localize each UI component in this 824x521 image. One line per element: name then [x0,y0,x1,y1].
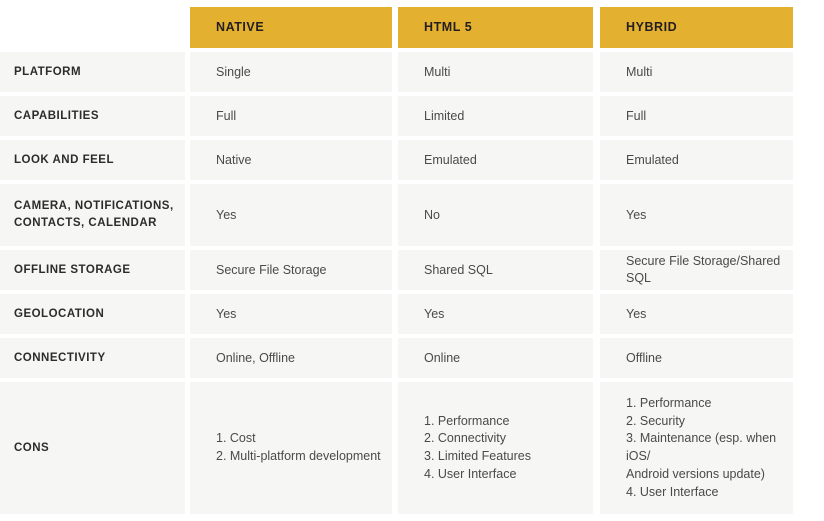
table-cell: Offline [600,338,793,378]
cell-value: Emulated [626,152,679,167]
table-bottom-spacer [398,514,600,521]
cell-value: Full [626,108,647,123]
column-header-label: HYBRID [626,20,678,34]
cell-value: Full [216,108,237,123]
column-header-html5: HTML 5 [398,7,593,48]
column-header-native: NATIVE [190,7,392,48]
row-label: CONNECTIVITY [14,351,106,364]
table-row-header: CAMERA, NOTIFICATIONS, CONTACTS, CALENDA… [0,184,185,246]
cell-value: Single [216,64,251,79]
column-header-hybrid: HYBRID [600,7,793,48]
table-cell: Online, Offline [190,338,392,378]
cell-value: Yes [626,306,647,321]
cell-value: 1. Cost 2. Multi-platform development [216,431,381,463]
cell-value: Shared SQL [424,262,493,277]
table-row-header: CONNECTIVITY [0,338,185,378]
cell-value: 1. Performance 2. Security 3. Maintenanc… [626,395,777,499]
cell-value: Secure File Storage [216,262,327,277]
cell-value: Emulated [424,152,477,167]
cell-value: Online [424,350,461,365]
table-cell: Online [398,338,593,378]
table-grid: NATIVE HTML 5 HYBRID PLATFORM Single Mul… [0,0,824,514]
table-cell: Yes [398,294,593,334]
table-top-spacer [600,0,799,7]
cell-value: Multi [626,64,653,79]
cell-value: Secure File Storage/Shared SQL [626,254,781,285]
table-cell: Yes [600,294,793,334]
table-cell: 1. Performance 2. Connectivity 3. Limite… [398,382,593,514]
table-cell: Multi [600,52,793,92]
table-cell: Yes [190,184,392,246]
column-header-label: HTML 5 [424,20,473,34]
mobile-app-comparison-table: NATIVE HTML 5 HYBRID PLATFORM Single Mul… [0,0,824,514]
table-row-header: CONS [0,382,185,514]
row-label: LOOK AND FEEL [14,153,114,166]
table-top-spacer [0,0,190,7]
table-cell: 1. Cost 2. Multi-platform development [190,382,392,514]
table-cell: Full [600,96,793,136]
table-cell: Secure File Storage/Shared SQL [600,250,793,290]
row-label: CAPABILITIES [14,109,100,122]
table-cell: Multi [398,52,593,92]
row-label: CAMERA, NOTIFICATIONS, CONTACTS, CALENDA… [14,200,174,229]
table-cell: Yes [190,294,392,334]
cell-value: Offline [626,350,662,365]
row-label: GEOLOCATION [14,307,105,320]
table-row-header: OFFLINE STORAGE [0,250,185,290]
table-bottom-spacer [0,514,190,521]
cell-value: Yes [626,207,647,222]
table-cell: Full [190,96,392,136]
cell-value: No [424,207,440,222]
cell-value: Limited [424,108,465,123]
table-cell: Emulated [398,140,593,180]
table-cell: Native [190,140,392,180]
cell-value: 1. Performance 2. Connectivity 3. Limite… [424,413,531,481]
table-row-header: PLATFORM [0,52,185,92]
table-bottom-spacer [190,514,398,521]
table-row-header: GEOLOCATION [0,294,185,334]
table-top-spacer [190,0,398,7]
table-cell: Limited [398,96,593,136]
table-cell: Shared SQL [398,250,593,290]
table-cell: Yes [600,184,793,246]
table-corner-cell [0,7,185,48]
cell-value: Online, Offline [216,350,295,365]
cell-value: Yes [216,207,237,222]
table-row-header: LOOK AND FEEL [0,140,185,180]
table-cell: Single [190,52,392,92]
table-cell: 1. Performance 2. Security 3. Maintenanc… [600,382,793,514]
cell-value: Yes [216,306,237,321]
column-header-label: NATIVE [216,20,265,34]
table-cell: Secure File Storage [190,250,392,290]
table-cell: No [398,184,593,246]
row-label: OFFLINE STORAGE [14,263,131,276]
table-bottom-spacer [600,514,799,521]
row-label: CONS [14,441,50,454]
cell-value: Yes [424,306,445,321]
cell-value: Native [216,152,252,167]
row-label: PLATFORM [14,65,82,78]
table-cell: Emulated [600,140,793,180]
cell-value: Multi [424,64,451,79]
table-row-header: CAPABILITIES [0,96,185,136]
table-top-spacer [398,0,600,7]
